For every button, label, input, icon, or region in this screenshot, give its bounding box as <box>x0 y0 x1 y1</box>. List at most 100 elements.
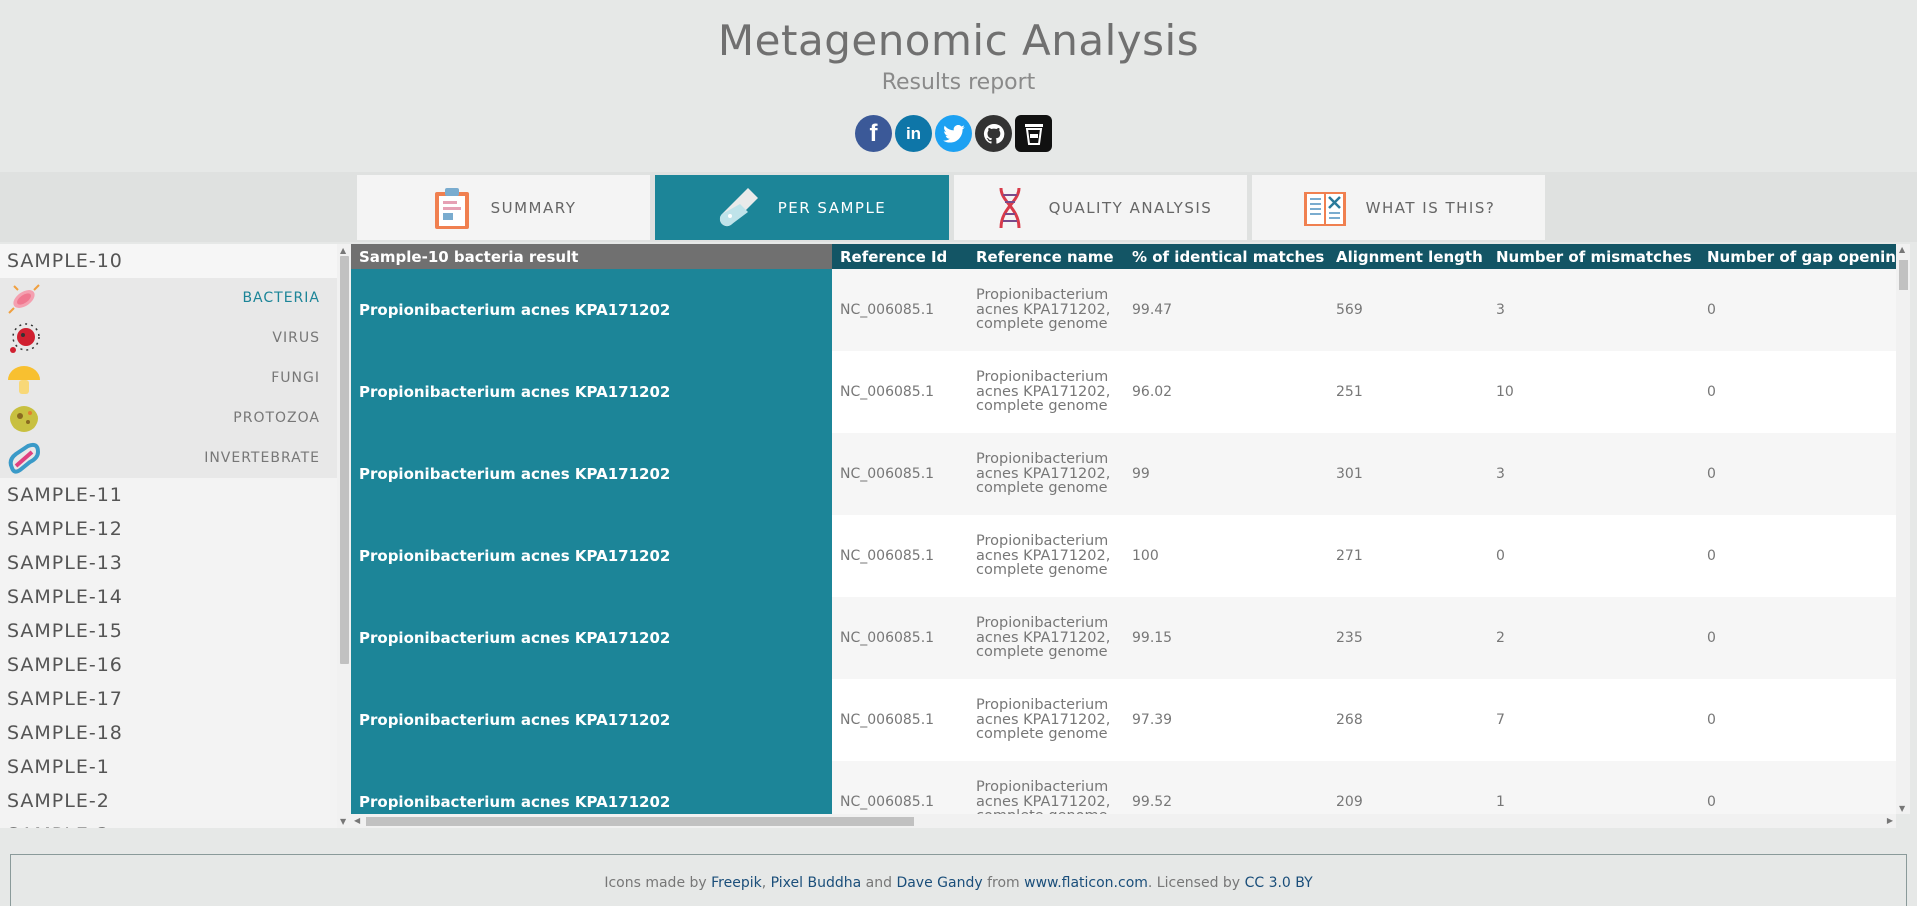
dave-gandy-link[interactable]: Dave Gandy <box>896 875 982 891</box>
sidebar-item-sample-15[interactable]: SAMPLE-15 <box>0 614 337 648</box>
scroll-right-icon[interactable]: ▶ <box>1887 816 1893 825</box>
gap-openings-cell: 0 <box>1699 597 1896 679</box>
category-virus[interactable]: VIRUS <box>0 318 337 358</box>
sidebar-item-sample-11[interactable]: SAMPLE-11 <box>0 478 337 512</box>
table-row: Propionibacterium acnes KPA171202 NC_006… <box>351 515 1896 597</box>
sidebar-item-sample-2[interactable]: SAMPLE-2 <box>0 784 337 818</box>
category-label: PROTOZOA <box>233 410 320 426</box>
gap-openings-cell: 0 <box>1699 351 1896 433</box>
scroll-down-icon[interactable]: ▼ <box>340 817 346 826</box>
table-row: Propionibacterium acnes KPA171202 NC_006… <box>351 269 1896 351</box>
mismatches-cell: 10 <box>1488 351 1699 433</box>
identity-cell: 99.47 <box>1124 269 1328 351</box>
linkedin-icon[interactable]: in <box>895 115 932 152</box>
identity-cell: 99.52 <box>1124 761 1328 814</box>
category-list: BACTERIA VIRUS FUNGI PROTOZOA INVERTEBRA… <box>0 278 337 478</box>
results-table-container: Sample-10 bacteria result Reference Id R… <box>351 244 1896 814</box>
gap-openings-cell: 0 <box>1699 269 1896 351</box>
organism-cell: Propionibacterium acnes KPA171202 <box>351 597 832 679</box>
flaticon-link[interactable]: www.flaticon.com <box>1024 875 1148 891</box>
scroll-left-icon[interactable]: ◀ <box>354 816 360 825</box>
sidebar-item-sample-16[interactable]: SAMPLE-16 <box>0 648 337 682</box>
pixel-buddha-link[interactable]: Pixel Buddha <box>771 875 862 891</box>
mismatches-cell: 7 <box>1488 679 1699 761</box>
bucket-icon[interactable] <box>1015 115 1052 152</box>
category-label: INVERTEBRATE <box>204 450 320 466</box>
column-header[interactable]: Alignment length <box>1328 244 1488 269</box>
sidebar-scrollbar[interactable]: ▲ ▼ <box>337 244 351 828</box>
table-vertical-scrollbar[interactable]: ▲ ▼ <box>1896 244 1910 814</box>
sidebar-item-sample-3[interactable]: SAMPLE-3 <box>0 818 337 828</box>
licensed-text: . Licensed by <box>1147 875 1241 891</box>
social-links: f in <box>855 115 1052 152</box>
category-label: VIRUS <box>272 330 320 346</box>
table-row: Propionibacterium acnes KPA171202 NC_006… <box>351 433 1896 515</box>
sidebar-item-sample-10[interactable]: SAMPLE-10 <box>0 244 337 278</box>
reference-id-cell: NC_006085.1 <box>832 597 968 679</box>
virus-icon <box>10 323 40 353</box>
column-header[interactable]: Reference name <box>968 244 1124 269</box>
reference-id-cell: NC_006085.1 <box>832 761 968 814</box>
sidebar-item-sample-1[interactable]: SAMPLE-1 <box>0 750 337 784</box>
page-subtitle: Results report <box>881 70 1036 95</box>
reference-id-cell: NC_006085.1 <box>832 351 968 433</box>
table-row: Propionibacterium acnes KPA171202 NC_006… <box>351 761 1896 814</box>
scroll-up-icon[interactable]: ▲ <box>1899 245 1905 254</box>
alignment-length-cell: 569 <box>1328 269 1488 351</box>
github-icon[interactable] <box>975 115 1012 152</box>
sample-sidebar: SAMPLE-10 BACTERIA VIRUS FUNGI PROTOZOA … <box>0 244 337 828</box>
sidebar-item-sample-12[interactable]: SAMPLE-12 <box>0 512 337 546</box>
twitter-icon[interactable] <box>935 115 972 152</box>
sidebar-item-sample-14[interactable]: SAMPLE-14 <box>0 580 337 614</box>
gap-openings-cell: 0 <box>1699 433 1896 515</box>
table-horizontal-scrollbar[interactable]: ◀ ▶ <box>351 814 1896 828</box>
reference-name-cell: Propionibacterium acnes KPA171202, compl… <box>968 351 1124 433</box>
category-label: FUNGI <box>271 370 320 386</box>
sidebar-item-sample-13[interactable]: SAMPLE-13 <box>0 546 337 580</box>
table-row: Propionibacterium acnes KPA171202 NC_006… <box>351 597 1896 679</box>
reference-name-cell: Propionibacterium acnes KPA171202, compl… <box>968 597 1124 679</box>
category-fungi[interactable]: FUNGI <box>0 358 337 398</box>
tab-quality-analysis[interactable]: QUALITY ANALYSIS <box>954 175 1247 240</box>
scrollbar-thumb[interactable] <box>1899 260 1908 290</box>
organism-cell: Propionibacterium acnes KPA171202 <box>351 269 832 351</box>
reference-id-cell: NC_006085.1 <box>832 269 968 351</box>
identity-cell: 100 <box>1124 515 1328 597</box>
freepik-link[interactable]: Freepik <box>711 875 762 891</box>
tab-summary[interactable]: SUMMARY <box>357 175 650 240</box>
mismatches-cell: 1 <box>1488 761 1699 814</box>
reference-id-cell: NC_006085.1 <box>832 433 968 515</box>
scroll-down-icon[interactable]: ▼ <box>1899 804 1905 813</box>
reference-name-cell: Propionibacterium acnes KPA171202, compl… <box>968 269 1124 351</box>
tab-what-is-this[interactable]: WHAT IS THIS? <box>1252 175 1545 240</box>
reference-id-cell: NC_006085.1 <box>832 679 968 761</box>
license-link[interactable]: CC 3.0 BY <box>1245 875 1313 891</box>
page-header: Metagenomic Analysis Results report f in <box>0 0 1917 172</box>
column-header[interactable]: Number of gap openings <box>1699 244 1896 269</box>
category-protozoa[interactable]: PROTOZOA <box>0 398 337 438</box>
scrollbar-thumb[interactable] <box>340 256 349 664</box>
tab-per-sample[interactable]: PER SAMPLE <box>655 175 949 240</box>
alignment-length-cell: 301 <box>1328 433 1488 515</box>
scroll-up-icon[interactable]: ▲ <box>340 246 346 255</box>
column-header[interactable]: % of identical matches <box>1124 244 1328 269</box>
category-invertebrate[interactable]: INVERTEBRATE <box>0 438 337 478</box>
table-row: Propionibacterium acnes KPA171202 NC_006… <box>351 679 1896 761</box>
conjunction: and <box>865 875 892 891</box>
column-header[interactable]: Reference Id <box>832 244 968 269</box>
column-header[interactable]: Number of mismatches <box>1488 244 1699 269</box>
dna-icon <box>999 187 1021 228</box>
book-icon <box>1303 191 1346 226</box>
alignment-length-cell: 209 <box>1328 761 1488 814</box>
tab-label: SUMMARY <box>490 198 577 217</box>
organism-cell: Propionibacterium acnes KPA171202 <box>351 515 832 597</box>
column-header[interactable]: Sample-10 bacteria result <box>351 244 832 269</box>
sidebar-item-sample-17[interactable]: SAMPLE-17 <box>0 682 337 716</box>
table-row: Propionibacterium acnes KPA171202 NC_006… <box>351 351 1896 433</box>
facebook-icon[interactable]: f <box>855 115 892 152</box>
mismatches-cell: 3 <box>1488 433 1699 515</box>
category-bacteria[interactable]: BACTERIA <box>0 278 337 318</box>
scrollbar-thumb[interactable] <box>366 817 914 826</box>
from-text: from <box>987 875 1020 891</box>
sidebar-item-sample-18[interactable]: SAMPLE-18 <box>0 716 337 750</box>
